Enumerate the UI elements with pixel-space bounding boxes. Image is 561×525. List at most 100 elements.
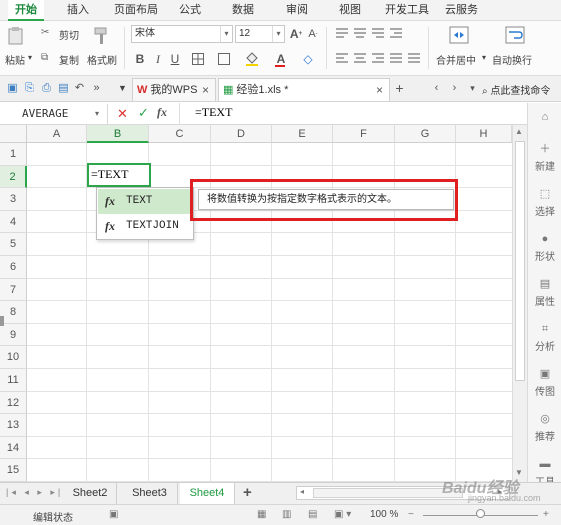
menu-tab-developer[interactable]: 开发工具 xyxy=(378,0,436,21)
cancel-icon[interactable]: ✕ xyxy=(117,106,128,122)
column-header-e[interactable]: E xyxy=(272,125,333,143)
zoom-slider-handle[interactable] xyxy=(476,509,485,518)
align-top-icon[interactable] xyxy=(335,26,349,40)
row-header-3[interactable]: 3 xyxy=(0,188,27,211)
row-header-9[interactable]: 9 xyxy=(0,323,27,347)
macro-record-icon[interactable]: ▣ xyxy=(109,509,118,520)
column-header-h[interactable]: H xyxy=(456,125,512,143)
sheet-tab-sheet3[interactable]: Sheet3 xyxy=(122,483,178,504)
right-panel-item-3[interactable]: ● 形状 xyxy=(528,233,561,263)
merge-center-icon[interactable] xyxy=(447,24,471,46)
right-panel-item-2[interactable]: ⬚ 选择 xyxy=(528,188,561,218)
vertical-scrollbar[interactable]: ▲ ▼ xyxy=(512,125,527,482)
distribute-icon[interactable] xyxy=(407,51,421,65)
undo-icon[interactable]: ↶ xyxy=(73,82,86,95)
row-header-10[interactable]: 10 xyxy=(0,346,27,369)
borders-icon[interactable] xyxy=(188,51,208,67)
scroll-right-icon[interactable]: › xyxy=(448,82,461,95)
zoom-out-icon[interactable]: − xyxy=(408,509,414,520)
right-panel-item-6[interactable]: ▣ 传图 xyxy=(528,368,561,398)
column-header-f[interactable]: F xyxy=(333,125,395,143)
right-panel-item-4[interactable]: ▤ 属性 xyxy=(528,278,561,308)
tab-my-wps[interactable]: W 我的WPS × xyxy=(132,78,216,101)
scroll-left-icon[interactable]: ◂ xyxy=(300,487,304,496)
page-break-view-icon[interactable]: ▤ xyxy=(308,509,317,520)
wrap-text-icon[interactable] xyxy=(503,24,527,46)
row-header-8[interactable]: 8 xyxy=(0,301,27,324)
insert-function-icon[interactable]: fx xyxy=(157,105,167,120)
clear-format-icon[interactable]: ◇ xyxy=(297,51,319,67)
print-icon[interactable]: ⎙ xyxy=(40,82,53,95)
format-painter-icon[interactable] xyxy=(91,25,111,47)
name-box[interactable]: AVERAGE xyxy=(0,104,108,124)
sheet-tab-sheet2[interactable]: Sheet2 xyxy=(64,483,117,504)
menu-tab-review[interactable]: 审阅 xyxy=(279,0,315,21)
tab-workbook[interactable]: ▦ 经验1.xls * × xyxy=(218,78,390,101)
scrollbar-thumb[interactable] xyxy=(515,141,525,381)
active-cell-b2[interactable]: =TEXT xyxy=(87,163,151,187)
menu-tab-home[interactable]: 开始 xyxy=(8,0,44,21)
autocomplete-item-textjoin[interactable]: fx TEXTJOIN xyxy=(98,214,193,239)
normal-view-icon[interactable]: ▦ xyxy=(257,509,266,520)
menu-tab-view[interactable]: 视图 xyxy=(332,0,368,21)
column-header-g[interactable]: G xyxy=(395,125,456,143)
menu-tab-formulas[interactable]: 公式 xyxy=(172,0,208,21)
align-bottom-icon[interactable] xyxy=(371,26,385,40)
row-header-12[interactable]: 12 xyxy=(0,391,27,415)
close-icon[interactable]: × xyxy=(202,79,209,101)
menu-tab-data[interactable]: 数据 xyxy=(225,0,261,21)
add-sheet-icon[interactable]: + xyxy=(243,484,252,501)
paste-button[interactable]: 粘贴 xyxy=(5,52,25,67)
row-header-14[interactable]: 14 xyxy=(0,436,27,460)
row-header-2[interactable]: 2 xyxy=(0,165,27,189)
row-header-15[interactable]: 15 xyxy=(0,459,27,482)
justify-icon[interactable] xyxy=(389,51,403,65)
zoom-in-icon[interactable]: + xyxy=(543,509,549,520)
row-header-11[interactable]: 11 xyxy=(0,369,27,392)
underline-icon[interactable]: U xyxy=(168,51,182,67)
right-panel-item-5[interactable]: ⌗ 分析 xyxy=(528,323,561,353)
command-search[interactable]: ⌕ 点此查找命令 xyxy=(482,82,550,97)
chevron-down-icon[interactable]: ▾ xyxy=(95,109,99,118)
align-left-icon[interactable] xyxy=(335,51,349,65)
new-tab-plus-icon[interactable]: + xyxy=(393,81,406,95)
fill-color-icon[interactable] xyxy=(241,51,263,67)
collapse-panel-icon[interactable]: ⌂ xyxy=(528,111,561,126)
row-header-1[interactable]: 1 xyxy=(0,143,27,166)
sheet-nav-icon[interactable]: |◂ ◂ ▸ ▸| xyxy=(6,487,63,498)
row-header-13[interactable]: 13 xyxy=(0,414,27,437)
zoom-level[interactable]: 100 % xyxy=(370,509,398,520)
italic-icon[interactable]: I xyxy=(151,51,165,67)
menu-tab-page-layout[interactable]: 页面布局 xyxy=(107,0,165,21)
menu-tab-cloud[interactable]: 云服务 xyxy=(438,0,485,21)
right-panel-item-1[interactable]: ＋ 新建 xyxy=(528,143,561,173)
row-header-5[interactable]: 5 xyxy=(0,233,27,256)
save-icon[interactable]: ⎘ xyxy=(23,82,36,95)
align-right-icon[interactable] xyxy=(371,51,385,65)
print-preview-icon[interactable]: ▤ xyxy=(57,82,70,95)
cut-button[interactable]: 剪切 xyxy=(59,27,79,42)
align-center-icon[interactable] xyxy=(353,51,367,65)
row-header-4[interactable]: 4 xyxy=(0,210,27,234)
save-icon[interactable]: ▣ xyxy=(6,82,19,95)
reading-mode-icon[interactable]: ▣ ▾ xyxy=(334,509,351,520)
close-icon[interactable]: × xyxy=(376,79,383,101)
merge-center-button[interactable]: 合并居中 xyxy=(436,52,476,67)
font-size-select[interactable]: 12 ▾ xyxy=(235,25,285,43)
column-header-b[interactable]: B xyxy=(87,125,149,143)
sheet-tab-sheet4[interactable]: Sheet4 xyxy=(180,483,235,504)
formula-input[interactable]: =TEXT xyxy=(195,105,232,120)
increase-font-icon[interactable]: A + xyxy=(289,26,303,42)
bold-icon[interactable]: B xyxy=(133,51,147,67)
page-layout-view-icon[interactable]: ▥ xyxy=(282,509,291,520)
scroll-up-icon[interactable]: ▲ xyxy=(515,127,523,136)
redo-icon[interactable]: » xyxy=(90,82,103,95)
scroll-left-icon[interactable]: ‹ xyxy=(430,82,443,95)
align-middle-icon[interactable] xyxy=(353,26,367,40)
tab-list-dropdown-icon[interactable]: ▼ xyxy=(116,82,129,95)
column-header-c[interactable]: C xyxy=(149,125,211,143)
chevron-down-icon[interactable]: ▾ xyxy=(482,53,486,62)
menu-tab-insert[interactable]: 插入 xyxy=(60,0,96,21)
right-panel-item-7[interactable]: ◎ 推荐 xyxy=(528,413,561,443)
decrease-font-icon[interactable]: A- xyxy=(306,26,320,42)
